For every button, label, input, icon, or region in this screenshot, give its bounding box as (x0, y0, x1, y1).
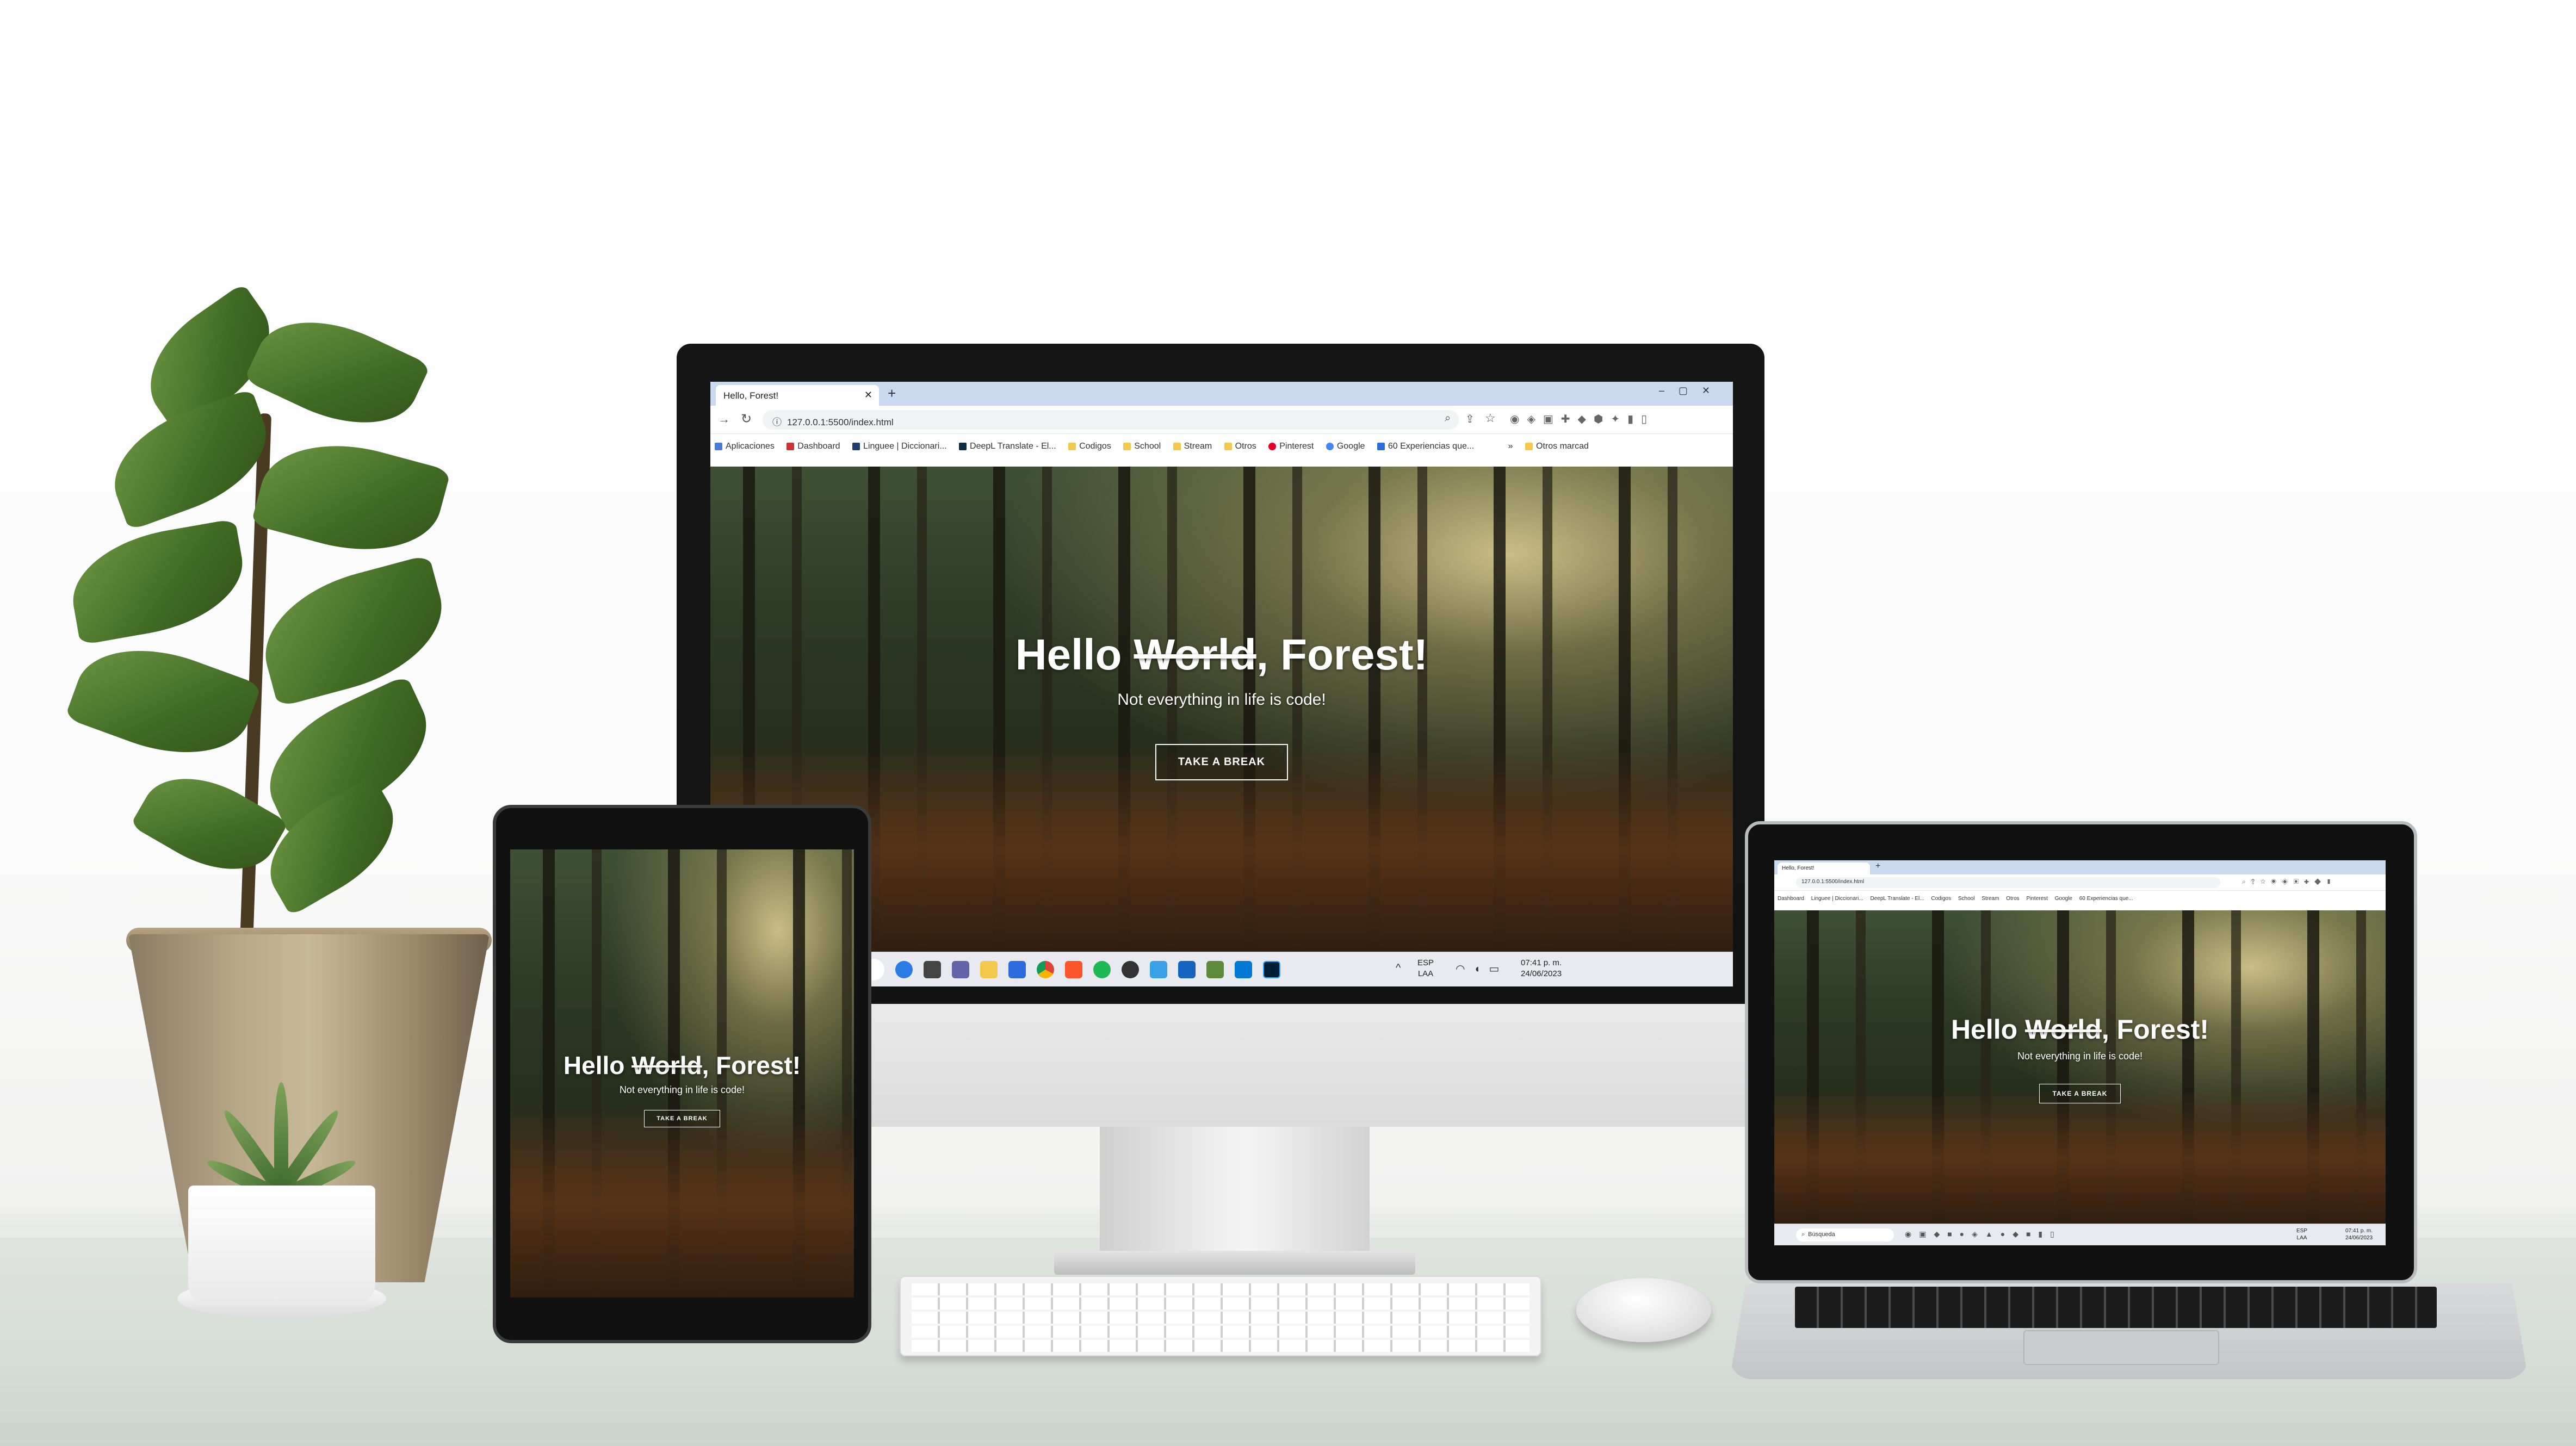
laptop-address-bar[interactable]: 127.0.0.1:5500/index.html (1796, 877, 2220, 888)
tray-chevron-icon[interactable]: ^ (1396, 962, 1401, 975)
hero-title: Hello World, Forest! (1015, 630, 1428, 679)
strikethrough-word: World (1134, 630, 1256, 679)
tablet-take-a-break-button[interactable]: TAKE A BREAK (644, 1110, 720, 1127)
bookmarks-overflow[interactable]: » (1508, 442, 1513, 451)
imac-stand (1100, 1127, 1370, 1268)
bookmark-pinterest[interactable]: Pinterest (1268, 442, 1314, 451)
spotify-icon[interactable] (1093, 961, 1111, 978)
github-icon[interactable] (1122, 961, 1139, 978)
laptop-trackpad (2023, 1330, 2219, 1365)
wireless-keyboard (900, 1276, 1541, 1356)
bookmark-google[interactable]: Google (1326, 442, 1365, 451)
star-icon[interactable]: ☆ (1485, 411, 1496, 425)
wifi-volume-battery-icons[interactable]: ◠◖▭ (1456, 962, 1508, 976)
window-controls[interactable]: –▢✕ (1659, 385, 1724, 396)
photoshop-icon[interactable] (1263, 961, 1280, 978)
reload-icon[interactable]: ↻ (741, 411, 752, 427)
laptop-take-a-break-button[interactable]: TAKE A BREAK (2039, 1084, 2121, 1103)
laptop-forest-hero: Hello World, Forest! Not everything in l… (1774, 910, 2386, 1224)
app-icon[interactable] (1150, 961, 1167, 978)
tab-title: Hello, Forest! (723, 390, 779, 401)
take-a-break-button[interactable]: TAKE A BREAK (1155, 744, 1289, 780)
imac-foot (1054, 1251, 1415, 1275)
minecraft-icon[interactable] (1206, 961, 1224, 978)
bookmark-otros-marcadores[interactable]: Otros marcad (1525, 442, 1589, 451)
bookmark-deepl[interactable]: DeepL Translate - El... (959, 442, 1056, 451)
extension-icons[interactable]: ◉◈▣✚◆⬢✦▮▯ (1510, 412, 1655, 426)
url-text: 127.0.0.1:5500/index.html (787, 417, 894, 427)
bookmark-experiencias[interactable]: 60 Experiencias que... (1377, 442, 1474, 451)
close-tab-icon[interactable]: ✕ (864, 389, 872, 401)
bing-icon[interactable] (895, 961, 913, 978)
store-icon[interactable] (1008, 961, 1026, 978)
file-explorer-icon[interactable] (980, 961, 998, 978)
bookmark-otros[interactable]: Otros (1224, 442, 1256, 451)
browser-toolbar: → ↻ ⓘ 127.0.0.1:5500/index.html ⌕ ⇪ ☆ ◉◈▣… (710, 406, 1733, 434)
wireless-mouse (1576, 1278, 1711, 1342)
monitor-icon[interactable] (1178, 961, 1196, 978)
hero-content: Hello World, Forest! Not everything in l… (710, 630, 1733, 780)
tablet-hero-content: Hello World, Forest! Not everything in l… (510, 1051, 854, 1127)
brave-icon[interactable] (1065, 961, 1082, 978)
bookmark-dashboard[interactable]: Dashboard (787, 442, 840, 451)
laptop-browser-chrome: Hello, Forest! + 127.0.0.1:5500/index.ht… (1774, 860, 2386, 910)
bookmarks-bar: Aplicaciones Dashboard Linguee | Diccion… (710, 434, 1733, 467)
browser-chrome: Hello, Forest! ✕ + –▢✕ → ↻ ⓘ 127.0.0.1:55… (710, 382, 1733, 467)
language-indicator[interactable]: ESP LAA (1417, 958, 1434, 979)
forward-icon[interactable]: → (718, 412, 730, 426)
succulent-pot (188, 1186, 375, 1305)
laptop-hero-title: Hello World, Forest! (1950, 1014, 2209, 1045)
tablet-screen: Hello World, Forest! Not everything in l… (510, 849, 854, 1298)
clock[interactable]: 07:41 p. m. 24/06/2023 (1521, 958, 1562, 979)
vscode-icon[interactable] (1235, 961, 1252, 978)
share-icon[interactable]: ⇪ (1465, 412, 1475, 426)
bookmark-apps[interactable]: Aplicaciones (715, 442, 775, 451)
laptop-hero-tagline: Not everything in life is code! (2017, 1051, 2143, 1062)
laptop-taskbar: ⌕ Búsqueda ◉▣◆■●◈▲●◆■▮▯ ESP LAA 07:41 p. m… (1774, 1224, 2386, 1245)
bookmark-codigos[interactable]: Codigos (1068, 442, 1111, 451)
new-tab-button[interactable]: + (888, 385, 896, 402)
tablet-hero-title: Hello World, Forest! (563, 1051, 801, 1079)
bookmark-school[interactable]: School (1123, 442, 1161, 451)
laptop-browser-tab[interactable]: Hello, Forest! (1778, 862, 1870, 874)
bookmark-linguee[interactable]: Linguee | Diccionari... (852, 442, 947, 451)
zoom-icon[interactable]: ⌕ (1445, 412, 1451, 425)
task-view-icon[interactable] (924, 961, 941, 978)
bookmark-stream[interactable]: Stream (1173, 442, 1212, 451)
tablet-hero-tagline: Not everything in life is code! (619, 1084, 745, 1095)
chrome-icon[interactable] (1037, 961, 1054, 978)
browser-tab[interactable]: Hello, Forest! ✕ (716, 385, 879, 406)
address-bar[interactable]: ⓘ 127.0.0.1:5500/index.html (763, 410, 1459, 430)
teams-icon[interactable] (952, 961, 969, 978)
laptop-screen: Hello, Forest! + 127.0.0.1:5500/index.ht… (1774, 860, 2386, 1245)
hero-tagline: Not everything in life is code! (1117, 691, 1326, 709)
tab-bar: Hello, Forest! ✕ + –▢✕ (710, 382, 1733, 406)
info-icon[interactable]: ⓘ (772, 417, 782, 427)
laptop-keyboard (1795, 1287, 2437, 1328)
